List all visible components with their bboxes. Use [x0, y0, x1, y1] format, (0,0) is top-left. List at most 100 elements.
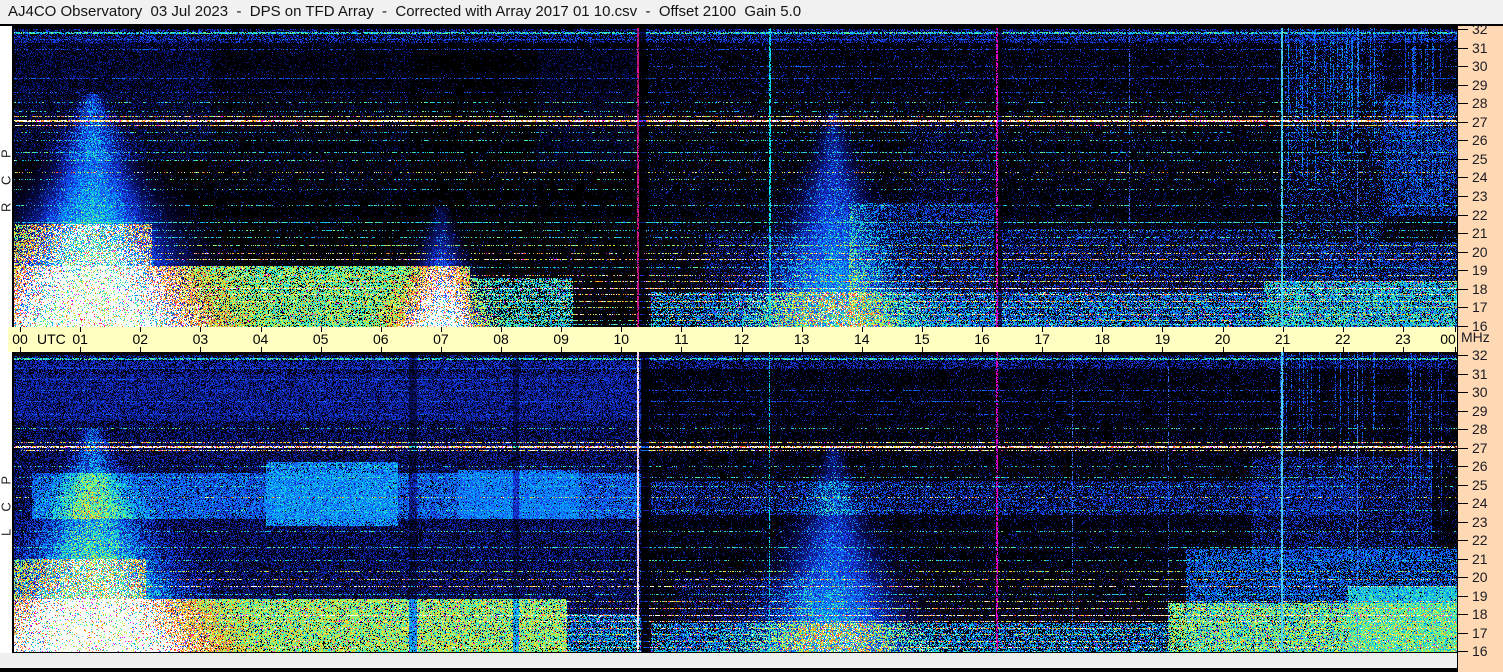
freq-tick-label: 24 — [1472, 169, 1488, 186]
hour-label: 00 — [12, 331, 28, 347]
freq-tick — [1458, 614, 1468, 615]
freq-tick-label: 29 — [1472, 402, 1488, 419]
hour-label: 11 — [674, 331, 689, 347]
freq-tick-label: 31 — [1472, 39, 1488, 56]
freq-tick-label: 21 — [1472, 225, 1488, 242]
freq-tick-label: 21 — [1472, 550, 1488, 567]
time-axis: UTC 00 01 02 03 04 05 06 07 08 09 10 11 12 13 14 15 16 17… — [8, 327, 1457, 352]
freq-tick-label: 31 — [1472, 365, 1488, 382]
freq-tick-label: 17 — [1472, 624, 1488, 641]
freq-tick — [1458, 410, 1468, 412]
lcp-spectrogram — [14, 352, 1457, 652]
hour-label: 08 — [493, 331, 509, 347]
hour-label: 10 — [613, 331, 630, 347]
hour-label: 03 — [192, 331, 209, 347]
freq-tick — [1458, 503, 1468, 504]
freq-tick — [1458, 447, 1468, 449]
observatory-spectrogram-screen: AJ4CO Observatory 03 Jul 2023 - DPS on T… — [0, 0, 1503, 672]
hour-label: 23 — [1395, 331, 1411, 347]
freq-tick — [1458, 195, 1468, 197]
freq-tick — [1458, 233, 1468, 235]
freq-tick-label: 18 — [1472, 606, 1488, 622]
freq-tick — [1458, 288, 1468, 290]
freq-tick-label: 19 — [1472, 262, 1488, 279]
freq-tick-label: 27 — [1472, 439, 1488, 456]
freq-tick-label: 30 — [1472, 58, 1488, 75]
hour-label: 04 — [252, 331, 269, 347]
hour-label: 16 — [974, 331, 990, 347]
freq-tick — [1458, 651, 1468, 652]
freq-tick — [1458, 140, 1468, 142]
freq-tick-label: 29 — [1472, 76, 1488, 93]
freq-tick — [1458, 373, 1468, 375]
hour-label: 13 — [793, 331, 810, 347]
freq-tick — [1458, 121, 1468, 123]
rcp-spectrogram — [14, 28, 1457, 327]
freq-tick-label: 24 — [1472, 495, 1488, 511]
freq-tick-label: 22 — [1472, 532, 1488, 548]
hour-label: 17 — [1034, 331, 1050, 347]
freq-tick — [1458, 392, 1468, 393]
freq-tick-label: 32 — [1472, 21, 1488, 37]
hour-label: 21 — [1274, 331, 1291, 347]
freq-tick — [1458, 484, 1468, 486]
freq-tick-label: 20 — [1472, 569, 1488, 585]
hour-label: 19 — [1154, 331, 1171, 347]
hour-label: 22 — [1334, 331, 1351, 347]
freq-tick — [1458, 429, 1468, 430]
utc-unit-label: UTC — [37, 331, 66, 347]
freq-tick — [1458, 595, 1468, 597]
hour-label: 12 — [733, 331, 750, 347]
freq-tick-label: 30 — [1472, 384, 1488, 400]
freq-tick — [1458, 521, 1468, 523]
hour-label: 07 — [433, 331, 449, 347]
freq-tick-label: 25 — [1472, 150, 1488, 167]
freq-tick-label: 28 — [1472, 95, 1488, 112]
freq-tick-label: 23 — [1472, 513, 1488, 530]
freq-tick-label: 17 — [1472, 299, 1488, 316]
hour-label: 15 — [914, 331, 930, 347]
freq-tick — [1458, 307, 1468, 309]
hour-label: 18 — [1094, 331, 1111, 347]
freq-tick-label: 26 — [1472, 132, 1488, 149]
freq-tick-label: 20 — [1472, 243, 1488, 260]
freq-tick-label: 26 — [1472, 458, 1488, 474]
freq-tick-label: 28 — [1472, 421, 1488, 437]
hour-label: 09 — [553, 331, 569, 347]
freq-tick — [1458, 158, 1468, 160]
freq-tick-label: 19 — [1472, 587, 1488, 604]
freq-tick — [1458, 577, 1468, 578]
freq-tick-label: 32 — [1472, 347, 1488, 363]
hour-label: 06 — [372, 331, 389, 347]
rcp-polarization-label: R C P — [0, 142, 14, 213]
freq-tick — [1458, 29, 1468, 30]
freq-tick — [1458, 214, 1468, 216]
freq-tick-label: 16 — [1472, 317, 1488, 334]
hour-label: 01 — [72, 331, 88, 347]
frequency-axis: MHz 32 31 30 29 28 27 26 25 24 23 22 21 20 19 18 17 16 32… — [1457, 21, 1503, 672]
hour-label: 20 — [1214, 331, 1231, 347]
freq-tick-label: 18 — [1472, 280, 1488, 297]
hour-label: 14 — [853, 331, 870, 347]
freq-tick-label: 16 — [1472, 643, 1488, 659]
title-text: AJ4CO Observatory 03 Jul 2023 - DPS on T… — [8, 3, 802, 20]
freq-tick — [1458, 103, 1468, 105]
hour-label: 05 — [312, 331, 329, 347]
title-bar: AJ4CO Observatory 03 Jul 2023 - DPS on T… — [0, 0, 1503, 26]
freq-tick — [1458, 558, 1468, 560]
freq-tick — [1458, 47, 1468, 49]
freq-tick-label: 22 — [1472, 206, 1488, 223]
hour-label: 02 — [132, 331, 149, 347]
freq-tick — [1458, 355, 1468, 356]
freq-tick — [1458, 270, 1468, 272]
hour-label: 00 — [1440, 331, 1456, 347]
freq-tick — [1458, 540, 1468, 541]
freq-tick — [1458, 325, 1468, 327]
bottom-chrome-strip — [0, 653, 1457, 668]
lcp-polarization-label: L C P — [0, 468, 14, 536]
freq-tick — [1458, 84, 1468, 86]
freq-tick-label: 25 — [1472, 476, 1488, 493]
freq-tick — [1458, 177, 1468, 179]
freq-tick-label: 27 — [1472, 113, 1488, 130]
freq-tick — [1458, 466, 1468, 467]
